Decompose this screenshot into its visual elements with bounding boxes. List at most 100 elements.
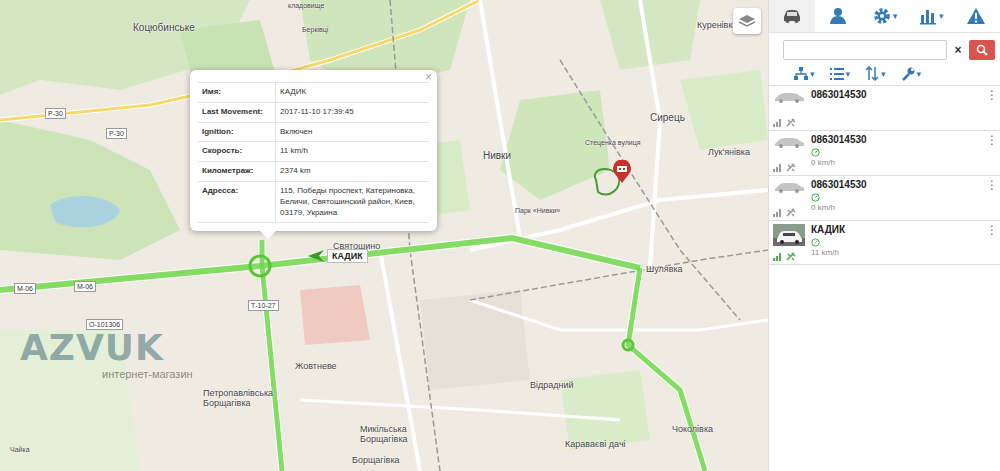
vehicle-info: КАДИК11 km/h	[807, 224, 986, 261]
dropdown-caret: ▾	[881, 69, 886, 79]
vehicle-thumb-col	[773, 179, 807, 217]
info-label: Скорость:	[198, 142, 276, 161]
direction-arrow-icon	[308, 250, 324, 262]
info-label: Ignition:	[198, 123, 276, 142]
status-icons	[773, 163, 796, 172]
place-label: Чоколівка	[672, 424, 713, 434]
tool-button[interactable]: ▾	[793, 66, 815, 81]
road-badge: М-06	[74, 281, 96, 292]
dropdown-caret: ▾	[939, 11, 944, 21]
tab[interactable]	[954, 0, 1000, 32]
place-label: Коцюбинське	[133, 22, 195, 34]
speedometer-icon	[811, 148, 820, 157]
close-button[interactable]: ×	[425, 71, 432, 83]
vehicle-info: 0863014530	[807, 89, 986, 127]
tab[interactable]: ▾	[861, 0, 907, 32]
tab[interactable]	[815, 0, 861, 32]
menu-button[interactable]: ⋮	[986, 89, 996, 127]
place-label: Лук'янівка	[708, 147, 750, 157]
layers-icon	[738, 13, 756, 29]
sort-icon	[864, 66, 880, 81]
dropdown-caret: ▾	[810, 69, 815, 79]
road-badge: О-101306	[86, 319, 123, 330]
map[interactable]: кладовищеКоцюбинськеБерківціКуренівкаР-3…	[0, 0, 768, 471]
place-label: Парк «Нивки»	[515, 207, 560, 215]
vehicle-thumb	[773, 179, 805, 197]
vehicle-marker[interactable]: КАДИК	[308, 249, 368, 263]
place-label: Сирець	[650, 112, 685, 124]
search-field[interactable]	[783, 40, 947, 60]
car-icon	[782, 6, 802, 26]
info-row: Ignition:Включен	[198, 122, 429, 142]
menu-button[interactable]: ⋮	[986, 179, 996, 217]
clear-button[interactable]: ×	[951, 43, 965, 57]
tab[interactable]: ▾	[908, 0, 954, 32]
info-row: Адресса:115, Победы проспект, Катериновк…	[198, 181, 429, 223]
place-label: Жовтневе	[295, 361, 337, 371]
road-badge: Р-30	[106, 128, 127, 139]
search-row: ×	[769, 33, 1000, 64]
vehicle-info: 0863014530 0 km/h	[807, 134, 986, 172]
info-value: 2374 km	[276, 162, 429, 181]
place-label: Борщагівка	[352, 455, 400, 465]
place-label: Стеценка вулиця	[585, 139, 641, 147]
speedometer-icon	[811, 238, 820, 247]
info-label: Адресса:	[198, 182, 276, 222]
vehicle-name: 0863014530	[811, 134, 986, 145]
dropdown-caret: ▾	[893, 11, 898, 21]
road-badge: Р-30	[45, 108, 66, 119]
speed-value: 0 km/h	[811, 158, 835, 167]
vehicle-list: 0863014530⋮08630145300 km/h⋮08630145300 …	[769, 85, 1000, 265]
vehicle-name: 0863014530	[811, 179, 986, 190]
layers-button[interactable]	[733, 8, 761, 34]
info-value: 115, Победы проспект, Катериновка, Белич…	[276, 182, 429, 222]
list-icon	[829, 66, 845, 81]
signal-icon	[773, 252, 783, 261]
search-button[interactable]	[969, 40, 995, 60]
road-badge: М-06	[14, 283, 36, 294]
place-label: Петропавлівська Борщагівка	[203, 388, 283, 409]
car-photo-icon	[773, 224, 805, 246]
signal-icon	[773, 208, 783, 217]
satellite-icon	[786, 118, 796, 127]
info-value: 11 km/h	[276, 142, 429, 161]
toolbar: ▾ ▾ ▾ ▾	[769, 64, 1000, 85]
vehicle-item[interactable]: КАДИК11 km/h⋮	[769, 220, 1000, 265]
info-table: Имя:КАДИКLast Movement:2017-11-10 17:39:…	[198, 82, 429, 223]
info-value: КАДИК	[276, 83, 429, 102]
tab-bar: ▾▾	[769, 0, 1000, 33]
vehicle-name: КАДИК	[811, 224, 986, 235]
vehicle-thumb-col	[773, 134, 807, 172]
dropdown-caret: ▾	[846, 69, 851, 79]
watermark: AZVUKинтернет-магазин	[20, 330, 193, 380]
tab[interactable]	[769, 0, 815, 32]
popup-tail	[260, 231, 276, 239]
vehicle-item[interactable]: 0863014530 0 km/h ⋮	[769, 130, 1000, 175]
place-label: Караваєві дачі	[565, 439, 627, 449]
menu-button[interactable]: ⋮	[986, 224, 996, 261]
place-label: Куренівка	[697, 20, 738, 30]
place-pin[interactable]	[612, 160, 632, 188]
hierarchy-icon	[793, 66, 809, 81]
vehicle-item[interactable]: 0863014530⋮	[769, 85, 1000, 130]
tool-button[interactable]: ▾	[864, 66, 886, 81]
gear-icon	[872, 6, 892, 26]
info-row: Километраж:2374 km	[198, 161, 429, 181]
watermark-brand: AZVUK	[20, 330, 193, 366]
road-badge: Т-10-27	[248, 300, 279, 311]
info-label: Имя:	[198, 83, 276, 102]
building-icon	[612, 160, 632, 184]
place-label: кладовище	[288, 2, 324, 10]
tool-button[interactable]: ▾	[900, 66, 922, 81]
sidebar: ▾▾×▾▾▾▾0863014530⋮08630145300 km/h⋮08630…	[768, 0, 1000, 471]
wrench-icon	[900, 66, 916, 81]
vehicle-thumb	[773, 224, 805, 250]
place-label: Чайка	[10, 446, 30, 454]
car-icon	[773, 181, 805, 193]
info-label: Километраж:	[198, 162, 276, 181]
vehicle-item[interactable]: 08630145300 km/h⋮	[769, 175, 1000, 220]
vehicle-name: 0863014530	[811, 89, 986, 100]
menu-button[interactable]: ⋮	[986, 134, 996, 172]
chart-icon	[918, 6, 938, 26]
tool-button[interactable]: ▾	[829, 66, 851, 81]
